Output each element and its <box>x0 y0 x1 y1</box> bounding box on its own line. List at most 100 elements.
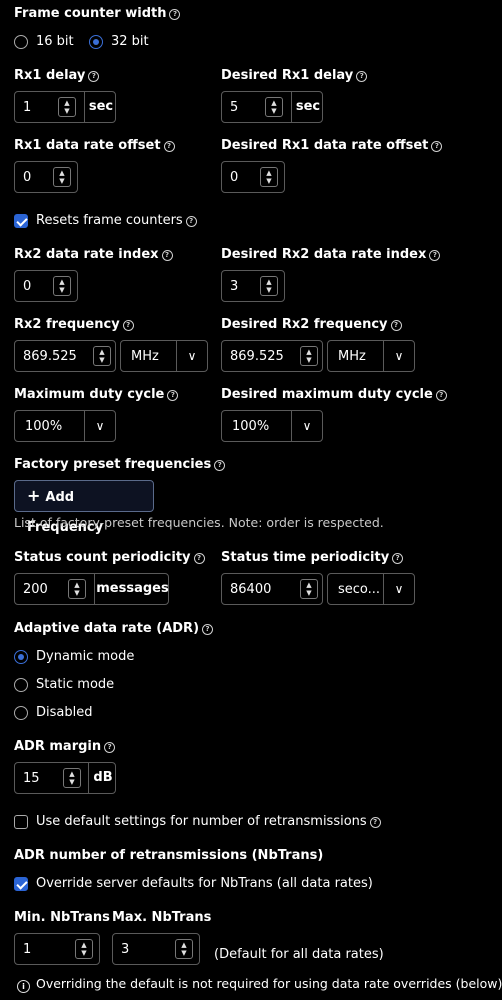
rx2-frequency-unit: MHz <box>131 349 159 364</box>
plus-icon: + <box>27 486 41 505</box>
min-nbtrans-label: Min. NbTrans <box>14 910 110 925</box>
desired-max-duty-cycle-select[interactable]: 100% ∨ <box>221 410 323 442</box>
resets-frame-counters-checkbox[interactable] <box>14 214 28 228</box>
desired-rx1-dr-offset-input[interactable]: 0 ▲ ▼ <box>221 161 285 193</box>
radio-adr-dynamic-label: Dynamic mode <box>36 649 135 664</box>
rx1-dr-offset-value: 0 <box>23 170 32 185</box>
min-nbtrans-input[interactable]: 1 ▲ ▼ <box>14 933 100 965</box>
status-count-input[interactable]: 200 ▲ ▼ messages <box>14 573 169 605</box>
status-time-unit: seco... <box>338 582 381 597</box>
max-nbtrans-value: 3 <box>121 942 130 957</box>
help-icon[interactable]: ? <box>169 9 181 20</box>
help-icon[interactable]: ? <box>214 460 226 471</box>
stepper-icon[interactable]: ▲ ▼ <box>93 346 111 366</box>
radio-adr-disabled[interactable] <box>14 706 28 720</box>
rx2-dr-index-value: 0 <box>23 279 32 294</box>
stepper-icon[interactable]: ▲ ▼ <box>260 276 278 296</box>
rx1-dr-offset-input[interactable]: 0 ▲ ▼ <box>14 161 78 193</box>
radio-adr-static[interactable] <box>14 678 28 692</box>
help-icon[interactable]: ? <box>392 553 404 564</box>
help-icon[interactable]: ? <box>193 553 205 564</box>
radio-16bit[interactable] <box>14 35 28 49</box>
resets-frame-counters-label: Resets frame counters? <box>36 213 197 228</box>
help-icon[interactable]: ? <box>167 390 179 401</box>
help-icon[interactable]: ? <box>369 817 381 828</box>
adr-margin-input[interactable]: 15 ▲ ▼ dB <box>14 762 116 794</box>
desired-rx2-frequency-unit: MHz <box>338 349 366 364</box>
radio-32bit-label: 32 bit <box>111 34 149 49</box>
rx1-dr-offset-label: Rx1 data rate offset? <box>14 138 175 153</box>
desired-rx2-dr-index-input[interactable]: 3 ▲ ▼ <box>221 270 285 302</box>
frame-counter-label: Frame counter width? <box>14 6 181 21</box>
desired-rx2-frequency-input[interactable]: 869.525 ▲ ▼ <box>221 340 323 372</box>
max-duty-cycle-value: 100% <box>25 419 63 434</box>
radio-adr-dynamic[interactable] <box>14 650 28 664</box>
radio-32bit[interactable] <box>89 35 103 49</box>
help-icon[interactable]: ? <box>185 216 197 227</box>
stepper-icon[interactable]: ▲ ▼ <box>260 167 278 187</box>
stepper-icon[interactable]: ▲ ▼ <box>53 167 71 187</box>
min-nbtrans-value: 1 <box>23 942 32 957</box>
help-icon[interactable]: ? <box>431 141 443 152</box>
adr-label: Adaptive data rate (ADR)? <box>14 621 214 636</box>
radio-16bit-label: 16 bit <box>36 34 74 49</box>
rx1-delay-value: 1 <box>23 100 32 115</box>
desired-rx1-delay-input[interactable]: 5 ▲ ▼ sec <box>221 91 323 123</box>
status-time-label: Status time periodicity? <box>221 550 404 565</box>
status-count-label: Status count periodicity? <box>14 550 205 565</box>
override-info-text: Overriding the default is not required f… <box>36 976 502 991</box>
radio-adr-disabled-label: Disabled <box>36 705 93 720</box>
status-time-input[interactable]: 86400 ▲ ▼ <box>221 573 323 605</box>
adr-margin-value: 15 <box>23 771 40 786</box>
status-count-value: 200 <box>23 582 48 597</box>
nbtrans-heading: ADR number of retransmissions (NbTrans) <box>14 848 324 863</box>
stepper-icon[interactable]: ▲ ▼ <box>265 97 283 117</box>
desired-rx2-dr-index-value: 3 <box>230 279 239 294</box>
factory-preset-label: Factory preset frequencies? <box>14 457 226 472</box>
add-frequency-button[interactable]: + Add Frequency <box>14 480 154 535</box>
help-icon[interactable]: ? <box>429 250 441 261</box>
help-icon[interactable]: ? <box>390 320 402 331</box>
help-icon[interactable]: ? <box>356 71 368 82</box>
rx1-delay-input[interactable]: 1 ▲ ▼ sec <box>14 91 116 123</box>
radio-adr-static-label: Static mode <box>36 677 115 692</box>
help-icon[interactable]: ? <box>163 141 175 152</box>
help-icon[interactable]: ? <box>435 390 447 401</box>
chevron-down-icon: ∨ <box>383 341 414 371</box>
rx2-dr-index-input[interactable]: 0 ▲ ▼ <box>14 270 78 302</box>
chevron-down-icon: ∨ <box>84 411 115 441</box>
desired-rx2-frequency-value: 869.525 <box>230 349 284 364</box>
help-icon[interactable]: ? <box>161 250 173 261</box>
use-default-retrans-label: Use default settings for number of retra… <box>36 814 381 829</box>
rx2-frequency-unit-select[interactable]: MHz ∨ <box>120 340 208 372</box>
help-icon[interactable]: ? <box>88 71 100 82</box>
help-icon[interactable]: ? <box>104 742 116 753</box>
use-default-retrans-checkbox[interactable] <box>14 815 28 829</box>
stepper-icon[interactable]: ▲ ▼ <box>58 97 76 117</box>
override-nbtrans-checkbox[interactable] <box>14 877 28 891</box>
help-icon[interactable]: ? <box>202 624 214 635</box>
desired-rx1-delay-label: Desired Rx1 delay? <box>221 68 368 83</box>
chevron-down-icon: ∨ <box>291 411 322 441</box>
desired-rx1-delay-value: 5 <box>230 100 239 115</box>
adr-margin-label: ADR margin? <box>14 739 116 754</box>
stepper-icon[interactable]: ▲ ▼ <box>53 276 71 296</box>
stepper-icon[interactable]: ▲ ▼ <box>75 939 93 959</box>
status-time-unit-select[interactable]: seco... ∨ <box>327 573 415 605</box>
stepper-icon[interactable]: ▲ ▼ <box>63 768 81 788</box>
stepper-icon[interactable]: ▲ ▼ <box>68 579 86 599</box>
desired-rx1-delay-unit: sec <box>291 92 324 122</box>
status-count-unit: messages <box>94 574 170 604</box>
stepper-icon[interactable]: ▲ ▼ <box>175 939 193 959</box>
rx2-frequency-input[interactable]: 869.525 ▲ ▼ <box>14 340 116 372</box>
max-nbtrans-input[interactable]: 3 ▲ ▼ <box>112 933 200 965</box>
override-info-note: i Overriding the default is not required … <box>17 976 502 993</box>
rx1-delay-unit: sec <box>84 92 117 122</box>
max-duty-cycle-select[interactable]: 100% ∨ <box>14 410 116 442</box>
help-icon[interactable]: ? <box>122 320 134 331</box>
stepper-icon[interactable]: ▲ ▼ <box>300 579 318 599</box>
desired-max-duty-cycle-value: 100% <box>232 419 270 434</box>
stepper-icon[interactable]: ▲ ▼ <box>300 346 318 366</box>
desired-rx2-frequency-unit-select[interactable]: MHz ∨ <box>327 340 415 372</box>
nbtrans-default-note: (Default for all data rates) <box>214 947 384 962</box>
